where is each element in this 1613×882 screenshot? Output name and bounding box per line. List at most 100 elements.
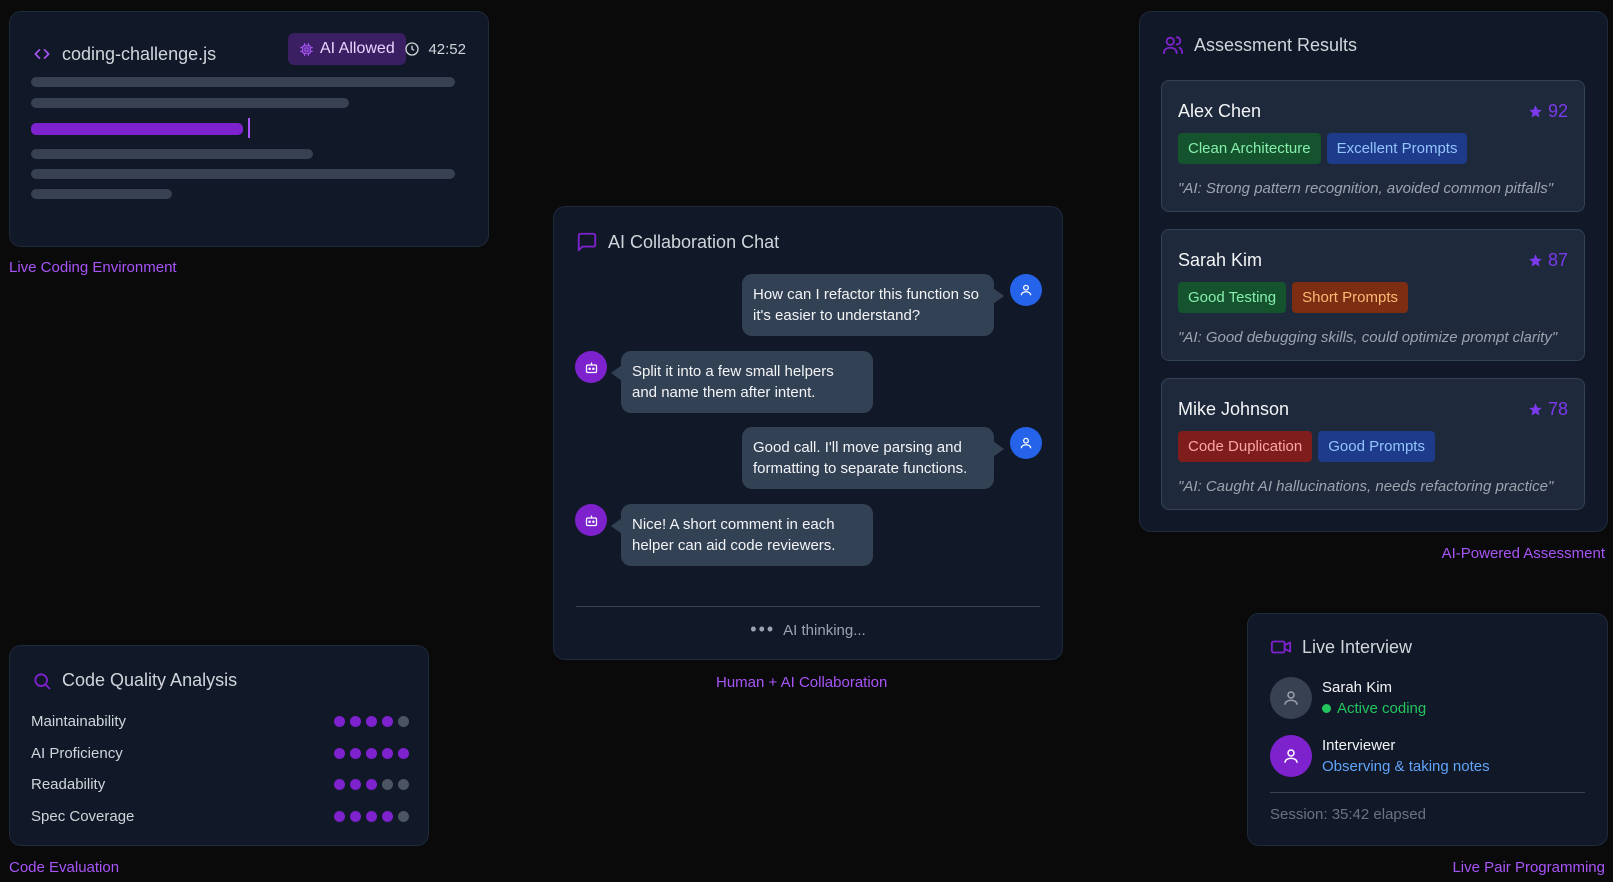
chat-divider [576,606,1040,607]
chat-message-ai: Nice! A short comment in each helper can… [611,504,873,566]
ai-allowed-badge: AI Allowed [288,33,406,65]
editor-filename: coding-challenge.js [62,43,217,64]
rating-dot-filled [350,747,361,759]
quality-header: Code Quality Analysis [32,670,237,691]
ai-note: "AI: Caught AI hallucinations, needs ref… [1178,478,1554,495]
chat-message-user: Good call. I'll move parsing and formatt… [742,427,1004,489]
candidate-name: Sarah Kim [1178,250,1263,270]
rating-dot-filled [350,810,361,822]
metric-label: Maintainability [31,712,127,730]
quality-caption: Code Evaluation [9,859,120,876]
ai-note: "AI: Good debugging skills, could optimi… [1178,329,1558,346]
rating-dot-filled [382,715,393,727]
message-text: How can I refactor this function so it's… [753,286,979,324]
participant-name: Interviewer [1322,737,1396,754]
rating-dot-filled [334,747,345,759]
candidate-name: Mike Johnson [1178,399,1290,419]
avatar [1270,735,1312,777]
participant-name: Sarah Kim [1322,679,1393,696]
metric-rating [334,778,409,790]
rating-dot-filled [350,715,361,727]
interview-caption: Live Pair Programming [1452,859,1605,876]
candidate-card[interactable]: Sarah Kim 87 Good Testing Short Prompts … [1161,229,1585,361]
code-line [31,98,349,108]
chat-message-ai: Split it into a few small helpers and na… [611,351,873,413]
metric-row: Maintainability [31,709,409,733]
quality-title: Code Quality Analysis [62,670,238,690]
live-interview-panel: Live Interview Sarah Kim Active coding I… [1247,613,1608,846]
bot-icon [585,362,597,373]
code-line [31,149,313,159]
video-icon [1270,636,1292,658]
rating-dot-filled [366,810,377,822]
chat-message-user: How can I refactor this function so it's… [742,274,1004,336]
message-text: Nice! A short comment in each helper can… [632,516,836,554]
clock-icon [404,41,420,57]
rating-dot-filled [382,810,393,822]
rating-dot-empty [382,778,393,790]
user-avatar [1010,427,1042,459]
interview-header: Live Interview [1270,636,1412,658]
score-value: 78 [1547,399,1568,419]
chip-icon [299,42,314,57]
metric-label: AI Proficiency [31,744,123,762]
participant-status: Active coding [1322,698,1426,719]
metric-row: AI Proficiency [31,741,409,765]
code-line [31,77,455,87]
ai-thinking-indicator: ••• AI thinking... [554,619,1062,640]
message-text: Good call. I'll move parsing and formatt… [753,439,968,477]
user-avatar [1010,274,1042,306]
code-editor-panel: coding-challenge.js AI Allowed 42:52 [9,11,489,247]
tag-list: Clean Architecture Excellent Prompts [1178,133,1468,164]
code-line-active [31,123,243,135]
timer-value: 42:52 [428,40,466,58]
status-dot-icon [1322,704,1331,713]
candidate-card[interactable]: Mike Johnson 78 Code Duplication Good Pr… [1161,378,1585,510]
status-text: Observing & taking notes [1322,758,1490,775]
message-text: Split it into a few small helpers and na… [632,363,834,401]
score-value: 87 [1547,250,1568,270]
star-icon [1529,254,1542,267]
bot-icon [585,515,597,526]
rating-dot-empty [398,810,409,822]
score-value: 92 [1547,101,1568,121]
ai-avatar [575,504,607,536]
assessment-panel: Assessment Results Alex Chen 92 Clean Ar… [1139,11,1608,532]
candidate-score: 87 [1528,250,1568,271]
assessment-caption: AI-Powered Assessment [1441,545,1605,562]
tag-list: Good Testing Short Prompts [1178,282,1408,313]
candidate-score: 92 [1528,101,1568,122]
star-icon [1529,105,1542,118]
typing-dots-icon: ••• [750,619,776,639]
code-line [31,169,455,179]
rating-dot-filled [334,810,345,822]
assessment-title: Assessment Results [1194,34,1358,55]
metric-label: Readability [31,775,106,793]
user-icon [1284,691,1298,705]
text-cursor [248,118,250,138]
candidate-card[interactable]: Alex Chen 92 Clean Architecture Excellen… [1161,80,1585,212]
candidate-score: 78 [1528,399,1568,420]
editor-header: coding-challenge.js AI Allowed 42:52 [32,33,466,70]
tag: Good Prompts [1318,431,1435,462]
metric-row: Readability [31,772,409,796]
candidate-name: Alex Chen [1178,101,1262,121]
tag: Clean Architecture [1178,133,1321,164]
rating-dot-filled [398,747,409,759]
ai-note: "AI: Strong pattern recognition, avoided… [1178,180,1554,197]
ai-thinking-label: AI thinking... [783,622,866,639]
ai-allowed-label: AI Allowed [320,40,395,57]
metric-row: Spec Coverage [31,804,409,828]
rating-dot-filled [382,747,393,759]
metric-rating [334,715,409,727]
users-icon [1162,34,1184,56]
chat-title: AI Collaboration Chat [608,231,780,252]
message-square-icon [576,231,598,253]
tag-list: Code Duplication Good Prompts [1178,431,1435,462]
rating-dot-empty [398,778,409,790]
metric-label: Spec Coverage [31,807,135,825]
tag: Short Prompts [1292,282,1408,313]
status-text: Active coding [1337,700,1427,717]
interview-title: Live Interview [1302,636,1413,657]
avatar [1270,677,1312,719]
